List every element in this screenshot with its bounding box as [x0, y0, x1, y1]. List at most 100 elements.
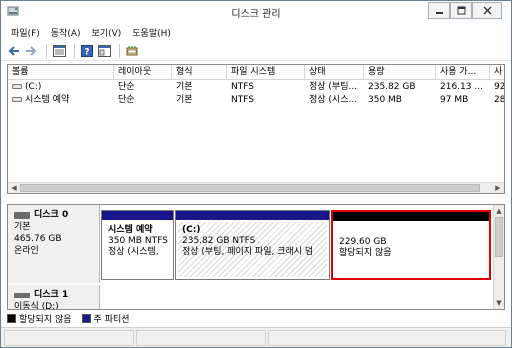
properties-button[interactable] — [97, 44, 111, 58]
column-header-percent-free[interactable]: 사 — [490, 65, 504, 80]
disk-wizard-icon — [126, 45, 137, 55]
partition-system-reserved[interactable]: 시스템 예약 350 MB NTFS 정상 (시스템, — [101, 210, 174, 280]
scroll-up-icon[interactable]: ▲ — [494, 206, 504, 216]
disk-graphical-view[interactable]: 디스크 0 기본 465.76 GB 온라인 시스템 예약 350 MB NTF… — [7, 204, 505, 310]
view-list-button[interactable] — [52, 44, 66, 58]
column-header-free-space[interactable]: 사용 가... — [436, 65, 490, 80]
disk-1-label[interactable]: 디스크 1 이동식 (D:) — [8, 285, 100, 310]
legend-label-primary: 주 파티션 — [93, 314, 130, 325]
properties-icon — [97, 44, 111, 57]
status-bar — [1, 327, 511, 347]
volume-capacity: 350 MB — [368, 95, 402, 105]
column-header-layout[interactable]: 레이아웃 — [114, 65, 172, 80]
volume-percent-free: 28 — [494, 95, 505, 105]
partition-body: 229.60 GB 할당되지 않음 — [335, 223, 487, 276]
horizontal-scrollbar[interactable]: ◀ ▶ — [8, 182, 504, 193]
maximize-icon — [457, 6, 465, 15]
volume-name-cell: 시스템 예약 — [8, 94, 114, 107]
forward-arrow-icon — [26, 45, 37, 56]
volume-layout: 단순 — [118, 95, 135, 105]
menu-bar: 파일(F) 동작(A) 보기(V) 도움말(H) — [1, 23, 511, 41]
legend-item-unallocated: 할당되지 않음 — [7, 312, 72, 325]
partition-bar — [176, 211, 329, 220]
toolbar-separator — [74, 43, 75, 58]
volume-file-system: NTFS — [231, 82, 254, 92]
disk-wizard-button[interactable] — [125, 44, 139, 58]
help-button[interactable]: ? — [80, 44, 94, 58]
maximize-button[interactable] — [450, 2, 472, 19]
disk-0-status: 온라인 — [14, 246, 39, 256]
disk-0-size: 465.76 GB — [14, 234, 62, 244]
volume-list[interactable]: 볼륨 레이아웃 형식 파일 시스템 상태 용량 사용 가... 사 (C:) 단… — [7, 64, 505, 194]
view-list-icon — [52, 44, 66, 57]
disk-management-window: 디스크 관리 파일(F) 동작(A) 보기(V) 도움말(H) ? 볼륨 레이아… — [0, 0, 512, 348]
volume-drive-icon — [12, 97, 22, 102]
partition-body: 시스템 예약 350 MB NTFS 정상 (시스템, — [104, 222, 171, 277]
scroll-right-icon[interactable]: ▶ — [493, 183, 503, 193]
volume-status: 정상 (시스... — [309, 95, 358, 105]
column-header-status[interactable]: 상태 — [305, 65, 364, 80]
menu-file[interactable]: 파일(F) — [11, 26, 40, 39]
partition-size: 229.60 GB — [339, 237, 387, 247]
partition-bar — [102, 211, 173, 220]
legend-item-primary: 주 파티션 — [81, 312, 130, 325]
volume-type: 기본 — [176, 82, 193, 92]
horizontal-scroll-thumb[interactable] — [20, 184, 480, 192]
table-row[interactable]: 시스템 예약 단순 기본 NTFS 정상 (시스... 350 MB 97 MB… — [8, 94, 504, 107]
help-icon: ? — [81, 44, 93, 57]
legend: 할당되지 않음 주 파티션 — [7, 311, 505, 325]
legend-label-unallocated: 할당되지 않음 — [19, 314, 72, 325]
partition-size: 350 MB NTFS — [108, 236, 168, 246]
vertical-scroll-thumb[interactable] — [495, 217, 503, 257]
partition-c-drive[interactable]: (C:) 235.82 GB NTFS 정상 (부팅, 페이지 파일, 크래시 … — [175, 210, 330, 280]
partition-status: 정상 (부팅, 페이지 파일, 크래시 덤 — [182, 247, 314, 257]
disk-0-name: 디스크 0 — [34, 210, 69, 220]
volume-name: (C:) — [25, 82, 42, 92]
disk-1-title-row: 디스크 1 — [14, 289, 93, 301]
svg-text:?: ? — [84, 47, 89, 57]
volume-name: 시스템 예약 — [25, 95, 70, 105]
forward-button[interactable] — [24, 44, 38, 58]
scroll-down-icon[interactable]: ▼ — [494, 298, 504, 308]
column-header-type[interactable]: 형식 — [172, 65, 227, 80]
minimize-button[interactable] — [428, 2, 450, 19]
vertical-scrollbar[interactable]: ▲ ▼ — [493, 205, 504, 309]
disk-1-kind: 이동식 (D:) — [14, 302, 59, 310]
toolbar: ? — [1, 41, 511, 61]
partition-unallocated[interactable]: 229.60 GB 할당되지 않음 — [331, 210, 491, 280]
partition-status: 할당되지 않음 — [339, 248, 392, 258]
removable-disk-icon — [14, 292, 30, 298]
column-header-volume[interactable]: 볼륨 — [8, 65, 114, 80]
partition-bar — [333, 212, 489, 221]
menu-action[interactable]: 동작(A) — [51, 26, 81, 39]
menu-help[interactable]: 도움말(H) — [132, 26, 171, 39]
close-button[interactable] — [472, 2, 502, 19]
minimize-icon — [435, 12, 443, 14]
close-icon — [483, 6, 491, 15]
toolbar-separator — [46, 43, 47, 58]
back-button[interactable] — [7, 44, 21, 58]
partition-size: 235.82 GB NTFS — [182, 236, 256, 246]
title-bar: 디스크 관리 — [1, 1, 511, 23]
status-cell — [268, 330, 506, 346]
scroll-left-icon[interactable]: ◀ — [9, 183, 19, 193]
toolbar-separator — [119, 43, 120, 58]
legend-swatch-primary — [81, 313, 91, 323]
partition-body: (C:) 235.82 GB NTFS 정상 (부팅, 페이지 파일, 크래시 … — [178, 222, 327, 277]
column-header-file-system[interactable]: 파일 시스템 — [227, 65, 305, 80]
disk-0-label[interactable]: 디스크 0 기본 465.76 GB 온라인 — [8, 205, 100, 283]
status-cell — [136, 330, 266, 346]
hard-disk-icon — [14, 211, 30, 219]
partition-name: 시스템 예약 — [108, 225, 153, 235]
column-header-capacity[interactable]: 용량 — [364, 65, 436, 80]
table-row[interactable]: (C:) 단순 기본 NTFS 정상 (부팅... 235.82 GB 216.… — [8, 81, 504, 94]
menu-view[interactable]: 보기(V) — [92, 26, 122, 39]
volume-list-header: 볼륨 레이아웃 형식 파일 시스템 상태 용량 사용 가... 사 — [8, 65, 504, 80]
disk-1-name: 디스크 1 — [34, 290, 69, 300]
volume-name-cell: (C:) — [8, 81, 114, 94]
status-cell — [4, 330, 134, 346]
volume-layout: 단순 — [118, 82, 135, 92]
legend-swatch-unallocated — [7, 313, 16, 323]
volume-file-system: NTFS — [231, 95, 254, 105]
volume-percent-free: 92 — [494, 82, 505, 92]
